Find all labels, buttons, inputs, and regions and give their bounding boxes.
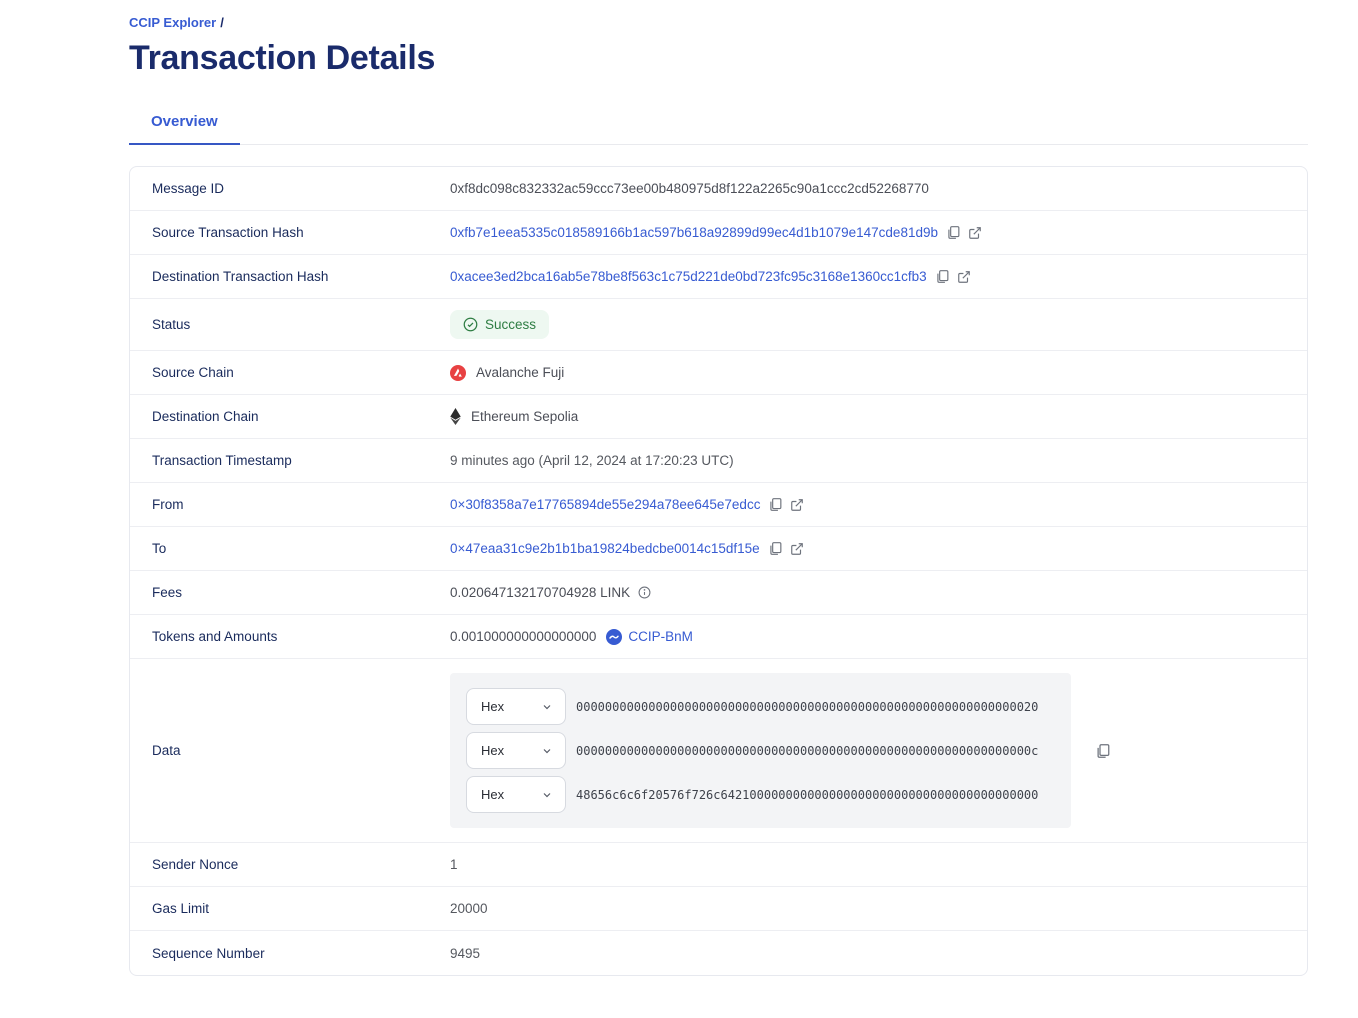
data-hex-line-2: 0000000000000000000000000000000000000000… (576, 744, 1038, 758)
external-link-icon (790, 498, 804, 512)
row-to: To 0×47eaa31c9e2b1b1ba19824bedcbe0014c15… (130, 527, 1307, 571)
external-link-icon (790, 542, 804, 556)
row-source-tx-hash: Source Transaction Hash 0xfb7e1eea5335c0… (130, 211, 1307, 255)
tab-bar: Overview (129, 113, 1308, 145)
breadcrumb-ccip-explorer-link[interactable]: CCIP Explorer (129, 15, 216, 30)
dest-chain-name: Ethereum Sepolia (471, 409, 578, 424)
external-link-button[interactable] (790, 542, 804, 556)
row-status: Status Success (130, 299, 1307, 351)
dest-tx-hash-label: Destination Transaction Hash (130, 269, 450, 284)
dest-chain-label: Destination Chain (130, 409, 450, 424)
from-label: From (130, 497, 450, 512)
copy-icon (946, 225, 960, 240)
row-fees: Fees 0.020647132170704928 LINK (130, 571, 1307, 615)
ccip-bnm-token-icon (606, 629, 622, 645)
avalanche-fuji-icon (450, 365, 466, 381)
chevron-down-icon (541, 701, 553, 713)
row-timestamp: Transaction Timestamp 9 minutes ago (Apr… (130, 439, 1307, 483)
gas-limit-label: Gas Limit (130, 901, 450, 916)
breadcrumb-separator: / (220, 15, 224, 30)
data-line: Hex 000000000000000000000000000000000000… (466, 732, 1055, 769)
status-badge: Success (450, 310, 549, 339)
copy-button[interactable] (768, 497, 782, 512)
external-link-icon (968, 226, 982, 240)
external-link-button[interactable] (957, 270, 971, 284)
status-label: Status (130, 317, 450, 332)
ethereum-sepolia-icon (450, 408, 461, 425)
breadcrumb: CCIP Explorer / (129, 15, 1308, 30)
row-sequence-number: Sequence Number 9495 (130, 931, 1307, 975)
copy-button[interactable] (935, 269, 949, 284)
dest-tx-hash-link[interactable]: 0xacee3ed2bca16ab5e78be8f563c1c75d221de0… (450, 269, 927, 284)
data-copy-button[interactable] (1095, 743, 1110, 759)
data-hex-line-3: 48656c6c6f20576f726c64210000000000000000… (576, 788, 1038, 802)
copy-icon (768, 541, 782, 556)
fees-value: 0.020647132170704928 LINK (450, 585, 630, 600)
row-source-chain: Source Chain Avalanche Fuji (130, 351, 1307, 395)
external-link-button[interactable] (790, 498, 804, 512)
info-icon (638, 586, 651, 599)
ccip-bnm-token-link[interactable]: CCIP-BnM (628, 629, 693, 644)
source-tx-hash-link[interactable]: 0xfb7e1eea5335c018589166b1ac597b618a9289… (450, 225, 938, 240)
token-amount-value: 0.001000000000000000 (450, 629, 596, 644)
copy-icon (768, 497, 782, 512)
external-link-icon (957, 270, 971, 284)
data-line: Hex 000000000000000000000000000000000000… (466, 688, 1055, 725)
sequence-number-label: Sequence Number (130, 946, 450, 961)
tokens-amounts-label: Tokens and Amounts (130, 629, 450, 644)
tab-overview[interactable]: Overview (129, 113, 240, 145)
row-message-id: Message ID 0xf8dc098c832332ac59ccc73ee00… (130, 167, 1307, 211)
page-title: Transaction Details (129, 39, 1308, 78)
to-label: To (130, 541, 450, 556)
row-dest-chain: Destination Chain Ethereum Sepolia (130, 395, 1307, 439)
copy-icon (1095, 743, 1110, 759)
data-line: Hex 48656c6c6f20576f726c6421000000000000… (466, 776, 1055, 813)
external-link-button[interactable] (968, 226, 982, 240)
chevron-down-icon (541, 789, 553, 801)
data-format-value: Hex (481, 699, 504, 714)
message-id-label: Message ID (130, 181, 450, 196)
row-dest-tx-hash: Destination Transaction Hash 0xacee3ed2b… (130, 255, 1307, 299)
data-format-select[interactable]: Hex (466, 688, 566, 725)
copy-button[interactable] (946, 225, 960, 240)
fees-label: Fees (130, 585, 450, 600)
chevron-down-icon (541, 745, 553, 757)
row-gas-limit: Gas Limit 20000 (130, 887, 1307, 931)
message-id-value: 0xf8dc098c832332ac59ccc73ee00b480975d8f1… (450, 181, 929, 196)
source-chain-label: Source Chain (130, 365, 450, 380)
transaction-details-card: Message ID 0xf8dc098c832332ac59ccc73ee00… (129, 166, 1308, 976)
data-format-value: Hex (481, 787, 504, 802)
row-data: Data Hex 0000000000000000000000000000000… (130, 659, 1307, 843)
sequence-number-value: 9495 (450, 946, 480, 961)
timestamp-value: 9 minutes ago (April 12, 2024 at 17:20:2… (450, 453, 734, 468)
data-format-select[interactable]: Hex (466, 776, 566, 813)
source-chain-name: Avalanche Fuji (476, 365, 564, 380)
row-from: From 0×30f8358a7e17765894de55e294a78ee64… (130, 483, 1307, 527)
timestamp-label: Transaction Timestamp (130, 453, 450, 468)
from-address-link[interactable]: 0×30f8358a7e17765894de55e294a78ee645e7ed… (450, 497, 760, 512)
copy-button[interactable] (768, 541, 782, 556)
data-hex-line-1: 0000000000000000000000000000000000000000… (576, 700, 1038, 714)
status-badge-text: Success (485, 317, 536, 332)
data-hex-box: Hex 000000000000000000000000000000000000… (450, 673, 1071, 828)
source-tx-hash-label: Source Transaction Hash (130, 225, 450, 240)
fees-info-button[interactable] (638, 586, 651, 599)
data-label: Data (130, 743, 450, 758)
row-sender-nonce: Sender Nonce 1 (130, 843, 1307, 887)
gas-limit-value: 20000 (450, 901, 488, 916)
sender-nonce-value: 1 (450, 857, 458, 872)
to-address-link[interactable]: 0×47eaa31c9e2b1b1ba19824bedcbe0014c15df1… (450, 541, 760, 556)
check-circle-icon (463, 317, 478, 332)
transaction-details-page: CCIP Explorer / Transaction Details Overv… (0, 0, 1358, 1018)
row-tokens-amounts: Tokens and Amounts 0.001000000000000000 … (130, 615, 1307, 659)
copy-icon (935, 269, 949, 284)
sender-nonce-label: Sender Nonce (130, 857, 450, 872)
data-format-select[interactable]: Hex (466, 732, 566, 769)
data-format-value: Hex (481, 743, 504, 758)
